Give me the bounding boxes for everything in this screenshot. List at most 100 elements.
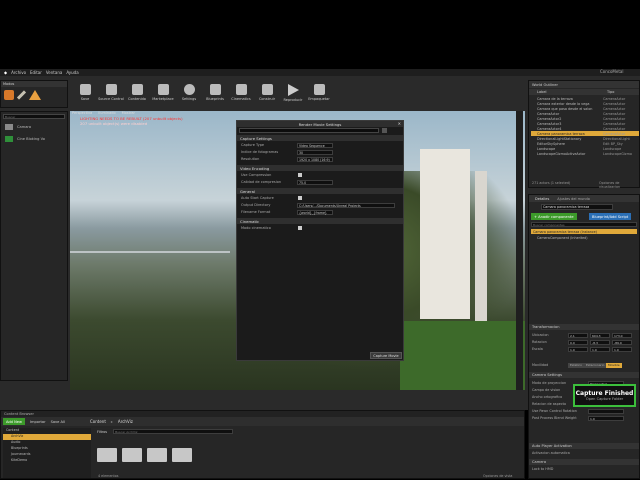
launch-button[interactable]: Empaquetar bbox=[306, 82, 332, 104]
viewport-tab-lit[interactable]: Iluminado bbox=[98, 111, 115, 115]
view-options-icon[interactable] bbox=[382, 128, 387, 133]
rotation-y[interactable]: -8.3 bbox=[590, 339, 610, 345]
component-search-input[interactable]: Buscar componentes bbox=[531, 222, 637, 227]
component-child[interactable]: CameraComponent (Inherited) bbox=[537, 235, 588, 240]
paint-mode-icon[interactable] bbox=[16, 90, 27, 100]
menu-archivo[interactable]: Archivo bbox=[11, 70, 26, 75]
row-label: Use Compression bbox=[241, 173, 272, 177]
folder-icon[interactable] bbox=[172, 448, 192, 462]
folder-tree-item[interactable]: KiteDemo bbox=[3, 458, 91, 464]
camera-setting-value[interactable]: 1.0 bbox=[588, 415, 624, 421]
camera-section[interactable]: Camera bbox=[529, 459, 639, 465]
cinematics-icon bbox=[235, 84, 247, 95]
component-root[interactable]: Camara panoramica terraza (Instance) bbox=[531, 229, 637, 234]
menu-ventana[interactable]: Ventana bbox=[46, 70, 62, 75]
mobility-stationary[interactable]: Estacionario bbox=[584, 362, 607, 368]
filename-format-field[interactable]: {world}_{frame} bbox=[297, 209, 333, 215]
place-item-cine[interactable]: Cine Bloking Vo bbox=[1, 133, 67, 145]
landscape-mode-icon[interactable] bbox=[29, 90, 41, 100]
viewport-scrollbar[interactable] bbox=[516, 111, 523, 390]
place-item-camara[interactable]: Camara bbox=[1, 121, 67, 133]
close-icon[interactable]: ✕ bbox=[398, 121, 401, 126]
content-icon bbox=[131, 84, 143, 95]
section-video-encoding[interactable]: Video Encoding bbox=[237, 165, 403, 171]
folder-icon[interactable] bbox=[147, 448, 167, 462]
outliner-row[interactable]: LandscapeGizmoActiveActor LandscapeGizmo bbox=[531, 151, 639, 156]
marketplace-button[interactable]: Marketplace bbox=[150, 82, 176, 104]
save-button[interactable]: Save bbox=[72, 82, 98, 104]
blueprint-script-button[interactable]: Blueprint/Add Script bbox=[589, 213, 632, 220]
auto-start-row: Auto Start Capture bbox=[241, 195, 401, 201]
cinematics-button[interactable]: Cinematics bbox=[228, 82, 254, 104]
content-browser: Content Browser Add New Importar Save Al… bbox=[0, 410, 525, 479]
section-capture-settings[interactable]: Capture Settings bbox=[237, 135, 403, 141]
source-control-button[interactable]: Source Control bbox=[98, 82, 124, 104]
output-directory-field[interactable]: C:/Users/.../Documents/Unreal Projects bbox=[297, 202, 395, 208]
section-general[interactable]: General bbox=[237, 188, 403, 194]
world-settings-tab[interactable]: Ajustes del mundo bbox=[557, 197, 590, 201]
capture-type-select[interactable]: Video Sequence bbox=[297, 142, 333, 148]
compression-quality-field[interactable]: 75.0 bbox=[297, 179, 333, 185]
camera-setting-value[interactable] bbox=[588, 408, 624, 414]
folder-icon[interactable] bbox=[97, 448, 117, 462]
outliner-row-type: LandscapeGizmo bbox=[603, 151, 632, 156]
location-z[interactable]: 173.0 bbox=[612, 332, 632, 338]
mobility-movable[interactable]: Movible bbox=[606, 362, 622, 368]
rotation-x[interactable]: 0.0 bbox=[568, 339, 588, 345]
menu-ayuda[interactable]: Ayuda bbox=[66, 70, 78, 75]
camera-settings-section[interactable]: Camera Settings bbox=[529, 372, 639, 378]
scale-y[interactable]: 1.0 bbox=[590, 346, 610, 352]
output-directory-row: Output Directory C:/Users/.../Documents/U… bbox=[241, 202, 401, 208]
cinematic-mode-checkbox[interactable] bbox=[298, 226, 302, 230]
build-button[interactable]: Construir bbox=[254, 82, 280, 104]
play-button[interactable]: Reproducir bbox=[280, 82, 306, 104]
actor-name-field[interactable]: Camara panoramica terraza bbox=[541, 204, 613, 210]
folder-icon[interactable] bbox=[122, 448, 142, 462]
auto-start-checkbox[interactable] bbox=[298, 196, 302, 200]
place-mode-icon[interactable] bbox=[4, 90, 14, 100]
details-tab[interactable]: Detalles bbox=[535, 197, 549, 201]
content-view-options[interactable]: Opciones de vista bbox=[483, 474, 512, 478]
location-y[interactable]: 604.3 bbox=[590, 332, 610, 338]
viewport-tab-show[interactable]: Mostrar bbox=[122, 111, 135, 115]
col-type[interactable]: Tipo bbox=[607, 90, 614, 94]
capture-movie-button[interactable]: Capture Movie bbox=[370, 352, 402, 359]
viewport-tab-perspective[interactable]: Perspectiva bbox=[72, 111, 92, 115]
resolution-select[interactable]: 1920 x 1080 (16:9) bbox=[297, 156, 333, 162]
section-cinematic[interactable]: Cinematic bbox=[237, 218, 403, 224]
scene-railing bbox=[70, 251, 230, 253]
path-archviz[interactable]: ArchViz bbox=[118, 419, 133, 424]
path-content[interactable]: Content bbox=[90, 419, 106, 424]
mobility-static[interactable]: Estatico bbox=[568, 362, 584, 368]
outliner-view-options[interactable]: Opciones de visualizacion bbox=[599, 181, 639, 189]
outliner-row-label: Camera panoramica terraza bbox=[537, 131, 585, 136]
rotation-z[interactable]: -89.0 bbox=[612, 339, 632, 345]
scale-z[interactable]: 1.0 bbox=[612, 346, 632, 352]
save-all-button[interactable]: Save All bbox=[51, 420, 65, 424]
add-component-button[interactable]: + Anadir componente bbox=[531, 213, 577, 220]
menu-editar[interactable]: Editar bbox=[30, 70, 42, 75]
folder-tree: Content ArchViz Audio Blueprints Journecards… bbox=[3, 428, 91, 478]
import-button[interactable]: Importar bbox=[30, 420, 46, 424]
modes-panel: Modos bbox=[0, 80, 68, 108]
add-new-button[interactable]: Add New bbox=[3, 418, 25, 425]
content-button[interactable]: Contenido bbox=[124, 82, 150, 104]
scale-x[interactable]: 1.0 bbox=[568, 346, 588, 352]
open-capture-folder-link[interactable]: Open Capture Folder bbox=[586, 397, 623, 401]
settings-button[interactable]: Settings bbox=[176, 82, 202, 104]
outliner-row-label: Camara de la terraza bbox=[537, 96, 573, 101]
use-compression-checkbox[interactable] bbox=[298, 173, 302, 177]
dialog-search-input[interactable] bbox=[239, 128, 379, 133]
frame-rate-field[interactable]: 30 bbox=[297, 149, 333, 155]
blueprints-button[interactable]: Blueprints bbox=[202, 82, 228, 104]
transform-section[interactable]: Transformacion bbox=[529, 324, 639, 330]
window-tab-title[interactable]: ConcoMetal bbox=[600, 69, 623, 74]
row-label: Ancho ortografico bbox=[532, 395, 563, 399]
auto-player-section[interactable]: Auto Player Activation bbox=[529, 443, 639, 449]
place-search-input[interactable]: Buscar bbox=[3, 114, 65, 119]
col-label[interactable]: Label bbox=[537, 90, 546, 94]
location-x[interactable]: 2.1 bbox=[568, 332, 588, 338]
filters-button[interactable]: Filtros bbox=[97, 430, 107, 434]
asset-search-input[interactable]: Buscar ArchViz bbox=[113, 429, 234, 434]
content-toolbar: Add New Importar Save All Content ▸ Arch… bbox=[1, 417, 524, 426]
